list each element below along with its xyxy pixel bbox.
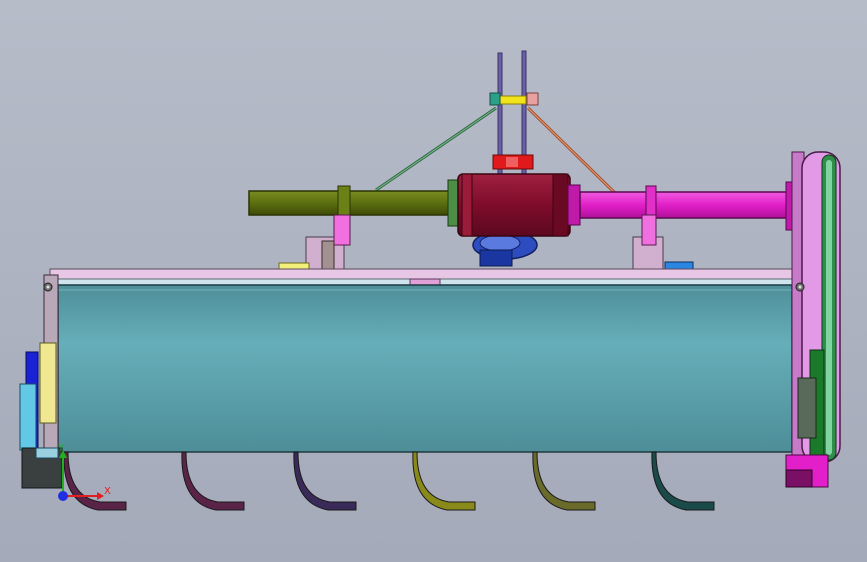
output-shaft	[567, 181, 799, 231]
right-side-assembly	[785, 151, 841, 488]
triad-x-arrowhead	[97, 492, 104, 500]
main-shaft	[248, 179, 463, 227]
triad-x-label: X	[104, 486, 111, 497]
rotor-drum	[57, 284, 793, 453]
left-side-assembly	[19, 274, 63, 489]
tine-blade	[532, 451, 596, 511]
tine-blade	[412, 451, 476, 511]
tine-blade	[181, 451, 245, 511]
tine-blade	[651, 451, 715, 511]
tine-blade	[63, 451, 127, 511]
tiller-assembly-drawing: X Y	[19, 50, 841, 511]
right-support-bracket	[632, 214, 694, 272]
triad-y-label: Y	[57, 443, 65, 454]
triad-z-axis	[58, 491, 68, 501]
left-support-bracket	[278, 214, 351, 272]
gearbox	[457, 173, 571, 237]
tines	[63, 451, 715, 511]
tine-blade	[293, 451, 357, 511]
hitch-mast	[375, 50, 617, 195]
cad-viewport[interactable]: X Y	[0, 0, 867, 562]
